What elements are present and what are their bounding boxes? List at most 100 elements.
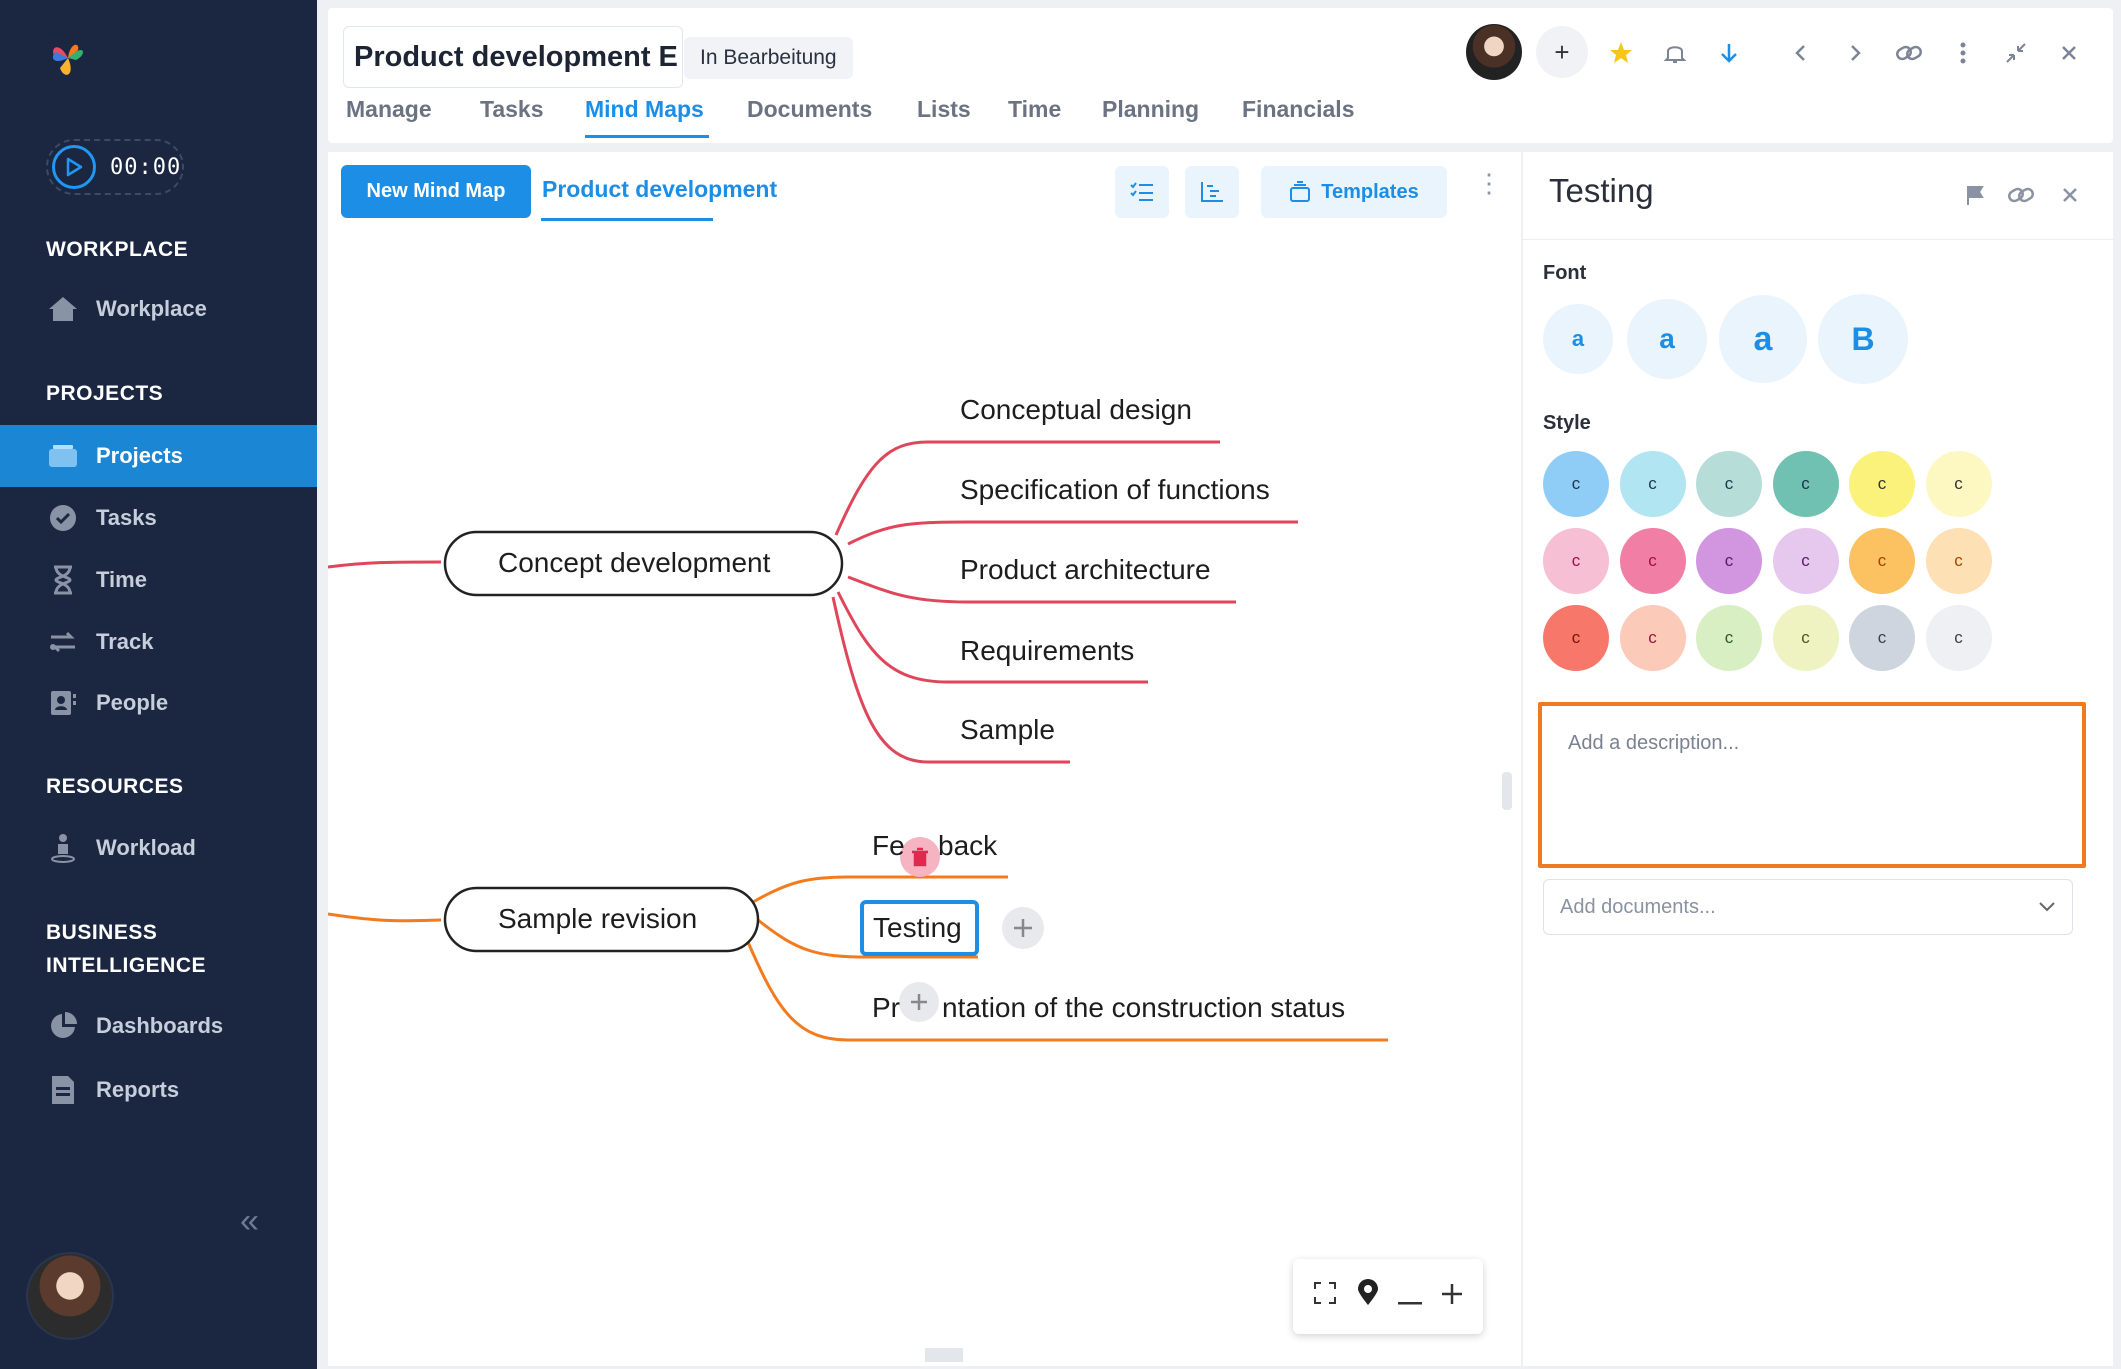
sidebar-item-label: Projects: [96, 443, 183, 468]
style-swatch[interactable]: c: [1543, 451, 1609, 517]
style-swatch[interactable]: c: [1619, 528, 1686, 594]
sidebar-item-label: Dashboards: [96, 1013, 224, 1038]
font-size-medium-button[interactable]: a: [1627, 299, 1707, 379]
zoom-out-icon[interactable]: [1398, 1281, 1422, 1313]
node-sample-revision[interactable]: Sample revision: [498, 903, 697, 935]
project-header: Product development E In Bearbeitung + M…: [328, 8, 2113, 143]
style-swatch[interactable]: c: [1849, 451, 1915, 517]
node-testing[interactable]: Testing: [873, 912, 962, 944]
time-tracker[interactable]: 00:00: [46, 139, 184, 195]
style-label: Style: [1543, 412, 1591, 434]
node-concept-development[interactable]: Concept development: [498, 547, 770, 579]
style-swatch[interactable]: c: [1772, 605, 1839, 671]
timer-display: 00:00: [110, 154, 182, 180]
home-icon: [46, 292, 80, 326]
star-icon[interactable]: [1604, 36, 1638, 70]
node-presentation-start[interactable]: Pr: [872, 992, 900, 1024]
style-swatch[interactable]: c: [1696, 528, 1762, 594]
description-placeholder: Add a description...: [1568, 732, 1740, 754]
user-avatar[interactable]: [26, 1252, 114, 1340]
font-label: Font: [1543, 262, 1587, 284]
play-icon[interactable]: [52, 145, 96, 189]
close-panel-icon[interactable]: [2053, 178, 2087, 212]
track-icon: [46, 625, 80, 659]
sidebar-item-time[interactable]: Time: [0, 549, 317, 611]
sidebar-item-reports[interactable]: Reports: [0, 1059, 317, 1121]
font-bold-button[interactable]: B: [1818, 294, 1908, 384]
node-presentation-end[interactable]: ntation of the construction status: [942, 992, 1345, 1024]
style-swatch[interactable]: c: [1849, 605, 1915, 671]
tab-documents[interactable]: Documents: [747, 96, 872, 123]
sidebar-item-track[interactable]: Track: [0, 611, 317, 673]
font-size-small-button[interactable]: a: [1543, 304, 1613, 374]
style-swatch[interactable]: c: [1772, 528, 1839, 594]
app-window: 00:00 WORKPLACE Workplace PROJECTS Proje…: [0, 0, 2121, 1369]
add-documents-select[interactable]: Add documents...: [1543, 879, 2073, 935]
style-swatch[interactable]: c: [1925, 605, 1992, 671]
collapse-sidebar-icon[interactable]: «: [240, 1202, 259, 1241]
sidebar-item-tasks[interactable]: Tasks: [0, 487, 317, 549]
style-swatch[interactable]: c: [1772, 451, 1839, 517]
tab-mind-maps[interactable]: Mind Maps: [585, 96, 704, 123]
mind-map-branches: [328, 440, 1388, 1042]
documents-placeholder: Add documents...: [1560, 895, 1716, 918]
tab-time[interactable]: Time: [1008, 96, 1061, 123]
assignee-avatar[interactable]: [1466, 24, 1522, 80]
fit-screen-icon[interactable]: [1312, 1280, 1338, 1313]
node-conceptual-design[interactable]: Conceptual design: [960, 394, 1192, 426]
next-icon[interactable]: [1838, 36, 1872, 70]
vertical-scrollbar[interactable]: [1502, 772, 1512, 810]
style-swatch[interactable]: c: [1925, 528, 1992, 594]
node-sample[interactable]: Sample: [960, 714, 1055, 746]
panel-title[interactable]: Testing: [1549, 172, 1654, 210]
sidebar-item-label: Time: [96, 567, 147, 592]
mind-map-canvas[interactable]: New Mind Map Product development Templat…: [328, 152, 1521, 1366]
style-swatch[interactable]: c: [1543, 528, 1609, 594]
tab-manage[interactable]: Manage: [346, 96, 432, 123]
sidebar-item-projects[interactable]: Projects: [0, 425, 317, 487]
add-member-button[interactable]: +: [1536, 26, 1588, 78]
style-swatch[interactable]: c: [1543, 605, 1609, 671]
style-swatch[interactable]: c: [1696, 605, 1762, 671]
node-feedback-start[interactable]: Fe: [872, 830, 905, 862]
more-vertical-icon[interactable]: [1946, 36, 1980, 70]
link-icon[interactable]: [1892, 36, 1926, 70]
node-specification-of-functions[interactable]: Specification of functions: [960, 474, 1270, 506]
style-swatch[interactable]: c: [1849, 528, 1915, 594]
sidebar-item-workplace[interactable]: Workplace: [0, 278, 317, 340]
bell-icon[interactable]: [1658, 36, 1692, 70]
panel-header: Testing: [1523, 152, 2113, 240]
sidebar-item-dashboards[interactable]: Dashboards: [0, 995, 317, 1057]
person-workload-icon: [46, 831, 80, 865]
horizontal-scrollbar[interactable]: [925, 1348, 963, 1362]
tab-financials[interactable]: Financials: [1242, 96, 1354, 123]
close-icon[interactable]: [2052, 36, 2086, 70]
section-workplace: WORKPLACE: [46, 238, 189, 261]
app-logo[interactable]: [46, 36, 90, 80]
download-icon[interactable]: [1712, 36, 1746, 70]
status-badge[interactable]: In Bearbeitung: [684, 37, 853, 79]
node-feedback-end[interactable]: back: [938, 830, 997, 862]
style-swatch[interactable]: c: [1619, 451, 1686, 517]
minimize-icon[interactable]: [1999, 36, 2033, 70]
style-swatch[interactable]: c: [1696, 451, 1762, 517]
tab-lists[interactable]: Lists: [917, 96, 971, 123]
node-requirements[interactable]: Requirements: [960, 635, 1134, 667]
tab-tasks[interactable]: Tasks: [480, 96, 544, 123]
description-field[interactable]: Add a description...: [1538, 702, 2086, 868]
previous-icon[interactable]: [1784, 36, 1818, 70]
sidebar-item-workload[interactable]: Workload: [0, 817, 317, 879]
node-product-architecture[interactable]: Product architecture: [960, 554, 1211, 586]
contact-card-icon: [46, 686, 80, 720]
style-swatch[interactable]: c: [1619, 605, 1686, 671]
link-icon[interactable]: [2004, 178, 2038, 212]
tab-planning[interactable]: Planning: [1102, 96, 1199, 123]
project-title-input[interactable]: Product development E: [343, 26, 683, 88]
locate-icon[interactable]: [1356, 1279, 1380, 1314]
sidebar-item-people[interactable]: People: [0, 672, 317, 734]
flag-icon[interactable]: [1958, 178, 1992, 212]
font-size-large-button[interactable]: a: [1719, 295, 1807, 383]
zoom-in-icon[interactable]: [1440, 1281, 1464, 1313]
style-swatch[interactable]: c: [1925, 451, 1992, 517]
sidebar-item-label: Workplace: [96, 296, 207, 321]
